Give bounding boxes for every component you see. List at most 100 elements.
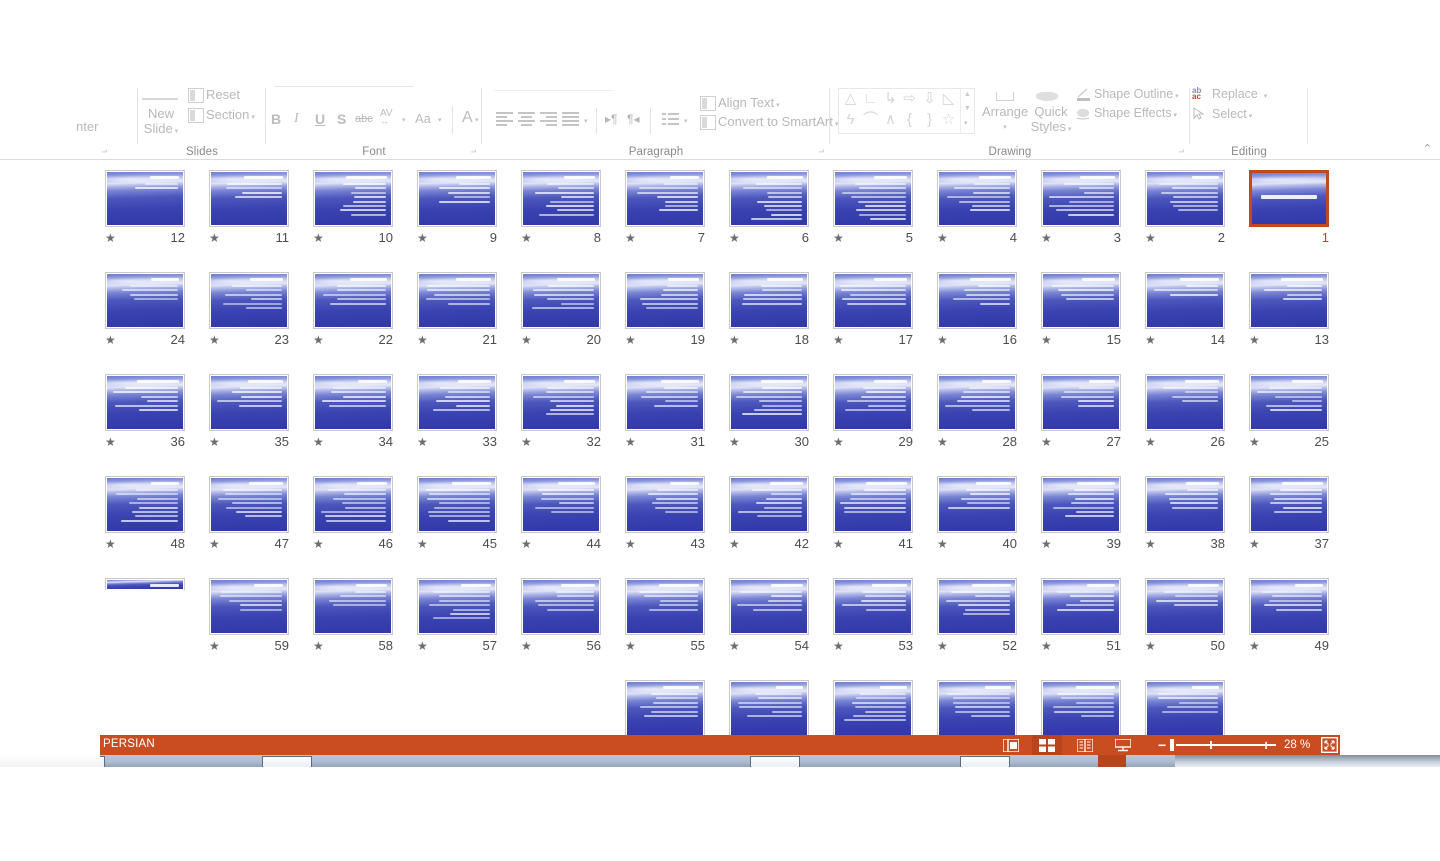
- animation-star-icon[interactable]: ★: [729, 537, 740, 551]
- slide-thumbnail-cell[interactable]: ★ 49: [1249, 578, 1337, 674]
- slide-thumbnail-10[interactable]: [313, 170, 393, 227]
- animation-star-icon[interactable]: ★: [833, 333, 844, 347]
- slide-thumbnail-45[interactable]: [417, 476, 497, 533]
- slide-thumbnail-26[interactable]: [1145, 374, 1225, 431]
- slide-thumbnail-6[interactable]: [729, 170, 809, 227]
- slide-thumbnail-54[interactable]: [729, 578, 809, 635]
- slide-thumbnail-cell[interactable]: ★ 42: [729, 476, 817, 572]
- animation-star-icon[interactable]: ★: [105, 333, 116, 347]
- animation-star-icon[interactable]: ★: [937, 639, 948, 653]
- section-button[interactable]: Section ▾: [206, 107, 255, 122]
- animation-star-icon[interactable]: ★: [417, 537, 428, 551]
- animation-star-icon[interactable]: ★: [729, 435, 740, 449]
- animation-star-icon[interactable]: ★: [1041, 435, 1052, 449]
- align-left-button[interactable]: [496, 112, 513, 126]
- slide-thumbnail-cell[interactable]: 1: [1249, 170, 1337, 266]
- slide-thumbnail-cell[interactable]: ★ 36: [105, 374, 193, 470]
- slide-thumbnail-cell[interactable]: ★ 27: [1041, 374, 1129, 470]
- animation-star-icon[interactable]: ★: [417, 639, 428, 653]
- slide-thumbnail-cell[interactable]: ★ 56: [521, 578, 609, 674]
- slide-thumbnail-40[interactable]: [937, 476, 1017, 533]
- character-spacing-caret-icon[interactable]: ▾: [402, 116, 406, 124]
- slide-thumbnail-14[interactable]: [1145, 272, 1225, 329]
- animation-star-icon[interactable]: ★: [1041, 639, 1052, 653]
- select-button[interactable]: Select ▾: [1212, 107, 1252, 121]
- slide-thumbnail-24[interactable]: [105, 272, 185, 329]
- paragraph-dialog-launcher[interactable]: [815, 148, 824, 157]
- shapes-gallery[interactable]: △ ∟ ↳ ⇨ ⇩ ◺ ϟ ⌒ ∧ { } ☆ ▲ ▼ ▾: [838, 88, 975, 134]
- slide-thumbnail-25[interactable]: [1249, 374, 1329, 431]
- animation-star-icon[interactable]: ★: [417, 231, 428, 245]
- shape-outline-button[interactable]: Shape Outline ▾: [1094, 87, 1179, 101]
- slide-thumbnail-cell[interactable]: ★ 10: [313, 170, 401, 266]
- slide-thumbnail-28[interactable]: [937, 374, 1017, 431]
- slide-thumbnail-cell[interactable]: ★ 51: [1041, 578, 1129, 674]
- change-case-button[interactable]: Aa: [415, 111, 431, 126]
- slide-thumbnail-cell[interactable]: ★ 47: [209, 476, 297, 572]
- slide-thumbnail-37[interactable]: [1249, 476, 1329, 533]
- slide-thumbnail-cell[interactable]: ★ 23: [209, 272, 297, 368]
- align-center-button[interactable]: [518, 112, 535, 126]
- normal-view-button[interactable]: [996, 735, 1026, 755]
- zoom-slider-track[interactable]: [1176, 744, 1276, 746]
- slide-thumbnail-1[interactable]: [1249, 170, 1329, 227]
- slide-thumbnail-cell[interactable]: ★ 41: [833, 476, 921, 572]
- replace-button[interactable]: Replace ▾: [1212, 87, 1267, 101]
- font-dialog-launcher[interactable]: [467, 148, 476, 157]
- slide-thumbnail-cell[interactable]: ★ 21: [417, 272, 505, 368]
- slide-thumbnail-29[interactable]: [833, 374, 913, 431]
- slide-thumbnail-cell[interactable]: ★ 5: [833, 170, 921, 266]
- ltr-text-direction-button[interactable]: ▸¶: [605, 112, 617, 126]
- slide-thumbnail-30[interactable]: [729, 374, 809, 431]
- slide-thumbnail-cell[interactable]: ★ 12: [105, 170, 193, 266]
- slide-thumbnail-cell[interactable]: ★64: [833, 680, 921, 735]
- slide-show-button[interactable]: [1108, 735, 1138, 755]
- shapes-gallery-up-icon[interactable]: ▲: [964, 91, 971, 98]
- animation-star-icon[interactable]: ★: [833, 435, 844, 449]
- slide-thumbnail-21[interactable]: [417, 272, 497, 329]
- slide-thumbnail-5[interactable]: [833, 170, 913, 227]
- slide-thumbnail-cell[interactable]: ★ 2: [1145, 170, 1233, 266]
- slide-thumbnail-43[interactable]: [625, 476, 705, 533]
- right-arrow-shape-icon[interactable]: ⇨: [900, 89, 919, 109]
- animation-star-icon[interactable]: ★: [209, 435, 220, 449]
- slide-thumbnail-cell[interactable]: ★ 6: [729, 170, 817, 266]
- slide-thumbnail-cell[interactable]: ★ 52: [937, 578, 1025, 674]
- slide-thumbnail-19[interactable]: [625, 272, 705, 329]
- arc-shape-icon[interactable]: ⌒: [861, 110, 880, 130]
- slide-thumbnail-cell[interactable]: ★ 28: [937, 374, 1025, 470]
- slide-thumbnail-cell[interactable]: ★ 25: [1249, 374, 1337, 470]
- slide-thumbnail-cell[interactable]: ★ 3: [1041, 170, 1129, 266]
- slide-thumbnail-cell[interactable]: ★ 29: [833, 374, 921, 470]
- zoom-in-button[interactable]: +: [1262, 738, 1270, 752]
- slide-thumbnail-cell[interactable]: ★ 19: [625, 272, 713, 368]
- slide-thumbnail-66[interactable]: [625, 680, 705, 735]
- shape-effects-button[interactable]: Shape Effects ▾: [1094, 106, 1177, 120]
- slide-thumbnail-34[interactable]: [313, 374, 393, 431]
- shapes-gallery-down-icon[interactable]: ▼: [964, 105, 971, 112]
- slide-thumbnail-cell[interactable]: ★ 8: [521, 170, 609, 266]
- slide-thumbnail-65[interactable]: [729, 680, 809, 735]
- reset-button[interactable]: Reset: [206, 87, 240, 102]
- slide-thumbnail-3[interactable]: [1041, 170, 1121, 227]
- justify-caret-icon[interactable]: ▾: [584, 117, 588, 125]
- animation-star-icon[interactable]: ★: [729, 231, 740, 245]
- slide-thumbnail-cell[interactable]: ★ 57: [417, 578, 505, 674]
- slide-thumbnail-cell[interactable]: ★ 44: [521, 476, 609, 572]
- slide-thumbnail-cell[interactable]: ★ 16: [937, 272, 1025, 368]
- slide-thumbnail-cell[interactable]: ★66: [625, 680, 713, 735]
- animation-star-icon[interactable]: ★: [1249, 537, 1260, 551]
- drawing-dialog-launcher[interactable]: [1175, 148, 1184, 157]
- slide-thumbnail-cell[interactable]: ★ 7: [625, 170, 713, 266]
- slide-thumbnail-cell[interactable]: ★65: [729, 680, 817, 735]
- rtl-text-direction-button[interactable]: ¶◂: [627, 112, 639, 126]
- slide-thumbnail-51[interactable]: [1041, 578, 1121, 635]
- slide-thumbnail-cell[interactable]: ★ 43: [625, 476, 713, 572]
- slide-thumbnail-cell[interactable]: ★ 11: [209, 170, 297, 266]
- shapes-gallery-scroll[interactable]: ▲ ▼ ▾: [960, 89, 974, 133]
- animation-star-icon[interactable]: ★: [105, 231, 116, 245]
- animation-star-icon[interactable]: ★: [1145, 231, 1156, 245]
- slide-thumbnail-cell[interactable]: ★ 37: [1249, 476, 1337, 572]
- animation-star-icon[interactable]: ★: [937, 537, 948, 551]
- slide-thumbnail-7[interactable]: [625, 170, 705, 227]
